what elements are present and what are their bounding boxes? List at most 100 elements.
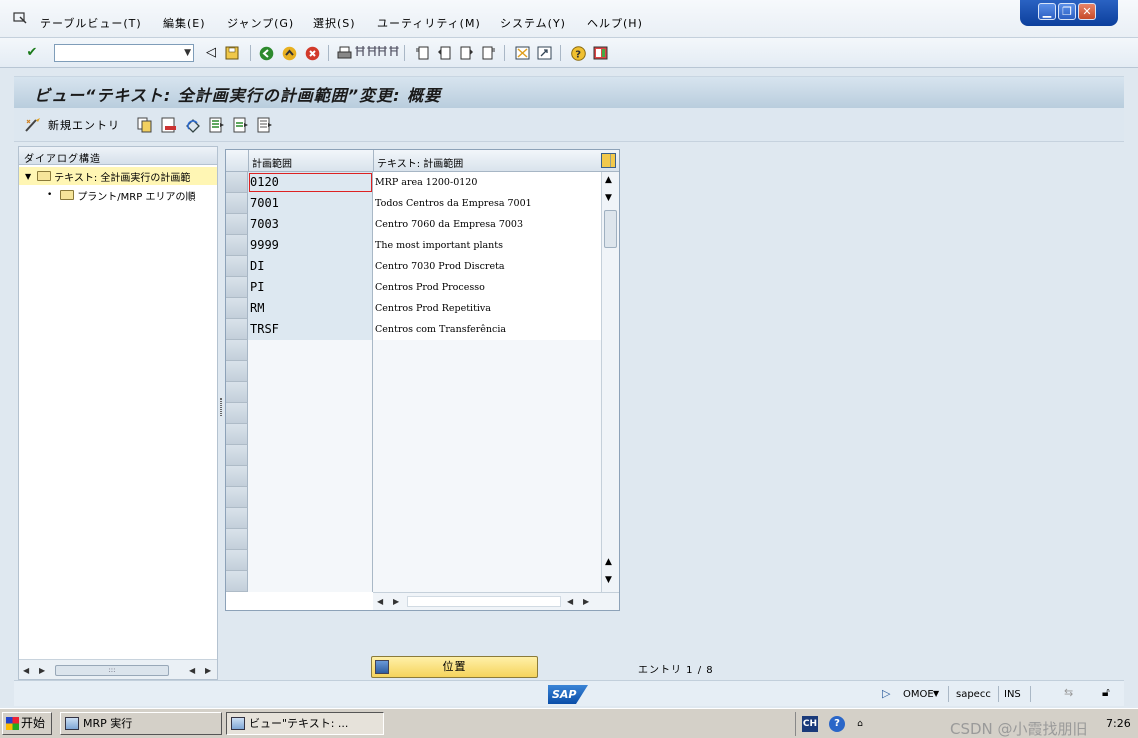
task-mrp[interactable]: MRP 実行 <box>60 712 222 735</box>
text-cell[interactable]: Centros Prod Processo <box>373 277 601 298</box>
empty-cell[interactable] <box>373 529 601 550</box>
empty-cell[interactable] <box>248 340 373 361</box>
menu-selection[interactable]: 選択(S) <box>313 15 356 31</box>
last-page-icon[interactable] <box>480 45 496 61</box>
close-button[interactable]: ✕ <box>1078 3 1096 20</box>
column-header-planning-scope[interactable]: 計画範囲 <box>248 150 373 172</box>
empty-cell[interactable] <box>373 361 601 382</box>
text-cell[interactable]: The most important plants <box>373 235 601 256</box>
row-selector[interactable] <box>226 319 248 340</box>
row-selector[interactable] <box>226 340 248 361</box>
scroll-up-icon[interactable]: ▲ <box>605 175 612 185</box>
empty-cell[interactable] <box>248 424 373 445</box>
scroll-left-icon[interactable]: ◀ <box>567 597 573 606</box>
back-triangle-icon[interactable]: ◁ <box>203 45 219 61</box>
menu-system[interactable]: システム(Y) <box>500 15 566 31</box>
menu-goto[interactable]: ジャンプ(G) <box>227 15 294 31</box>
select-block-icon[interactable] <box>233 117 249 133</box>
column-header-text[interactable]: テキスト: 計画範囲 <box>373 150 601 172</box>
row-selector[interactable] <box>226 403 248 424</box>
empty-cell[interactable] <box>373 466 601 487</box>
previous-page-icon[interactable] <box>436 45 452 61</box>
row-selector[interactable] <box>226 298 248 319</box>
planning-scope-cell[interactable]: RM <box>248 298 373 319</box>
text-cell[interactable]: MRP area 1200-0120 <box>373 172 601 193</box>
planning-scope-cell[interactable]: 0120 <box>248 172 373 193</box>
empty-cell[interactable] <box>373 340 601 361</box>
enter-icon[interactable]: ✔ <box>24 45 40 61</box>
scroll-thumb[interactable] <box>604 210 617 248</box>
scroll-right-icon[interactable]: ▶ <box>205 666 211 675</box>
table-vertical-scrollbar[interactable]: ▲ ▼ ▲ ▼ <box>601 172 619 592</box>
command-field[interactable]: ▼ <box>54 44 194 62</box>
tree-node-plant-mrp-area[interactable]: • プラント/MRP エリアの順 <box>19 186 217 204</box>
ime-options-icon[interactable]: ⌂ <box>852 716 868 732</box>
row-selector[interactable] <box>226 214 248 235</box>
splitter-handle[interactable] <box>220 398 222 416</box>
tree-node-texts[interactable]: ▼ テキスト: 全計画実行の計画範 <box>19 167 217 185</box>
help-icon[interactable]: ? <box>829 716 845 732</box>
text-cell[interactable]: Centros com Transferência <box>373 319 601 340</box>
empty-cell[interactable] <box>248 361 373 382</box>
row-selector[interactable] <box>226 445 248 466</box>
copy-as-icon[interactable] <box>137 117 153 133</box>
planning-scope-cell[interactable]: 7001 <box>248 193 373 214</box>
first-page-icon[interactable] <box>414 45 430 61</box>
select-all-icon[interactable] <box>209 117 225 133</box>
row-selector[interactable] <box>226 235 248 256</box>
table-settings-icon[interactable] <box>601 153 616 168</box>
chevron-down-icon[interactable]: ▼ <box>933 689 939 698</box>
new-entries-button[interactable]: 新規エントリ <box>24 117 120 133</box>
save-icon[interactable] <box>224 45 240 61</box>
menu-edit[interactable]: 編集(E) <box>163 15 206 31</box>
scroll-right-icon[interactable]: ▶ <box>39 666 45 675</box>
planning-scope-cell[interactable]: DI <box>248 256 373 277</box>
text-cell[interactable]: Centro 7060 da Empresa 7003 <box>373 214 601 235</box>
table-horizontal-scrollbar[interactable]: ◀ ▶ ◀ ▶ <box>373 592 619 610</box>
help-icon[interactable]: ? <box>570 45 586 61</box>
text-cell[interactable]: Todos Centros da Empresa 7001 <box>373 193 601 214</box>
empty-cell[interactable] <box>248 382 373 403</box>
tree-horizontal-scrollbar[interactable]: ◀ ▶ ::: ◀ ▶ <box>19 659 217 679</box>
scroll-up-icon[interactable]: ▲ <box>605 557 612 567</box>
scroll-track[interactable] <box>407 596 561 607</box>
row-selector[interactable] <box>226 277 248 298</box>
task-view-text[interactable]: ビュー"テキスト: ... <box>226 712 384 735</box>
empty-cell[interactable] <box>248 487 373 508</box>
language-indicator[interactable]: CH <box>802 716 818 732</box>
back-icon[interactable] <box>258 45 274 61</box>
row-selector[interactable] <box>226 529 248 550</box>
menu-table-view[interactable]: テーブルビュー(T) <box>40 15 142 31</box>
empty-cell[interactable] <box>248 466 373 487</box>
planning-scope-cell[interactable]: PI <box>248 277 373 298</box>
empty-cell[interactable] <box>373 508 601 529</box>
scroll-right-icon[interactable]: ▶ <box>583 597 589 606</box>
scroll-down-icon[interactable]: ▼ <box>605 575 612 585</box>
create-session-icon[interactable] <box>514 45 530 61</box>
empty-cell[interactable] <box>248 508 373 529</box>
row-selector[interactable] <box>226 382 248 403</box>
text-cell[interactable]: Centro 7030 Prod Discreta <box>373 256 601 277</box>
row-selector[interactable] <box>226 550 248 571</box>
row-selector[interactable] <box>226 424 248 445</box>
row-selector[interactable] <box>226 508 248 529</box>
row-selector[interactable] <box>226 256 248 277</box>
restore-button[interactable]: ❐ <box>1058 3 1076 20</box>
chevron-down-icon[interactable]: ▼ <box>184 48 191 58</box>
scroll-left-icon[interactable]: ◀ <box>377 597 383 606</box>
cancel-icon[interactable] <box>304 45 320 61</box>
expand-triangle-icon[interactable]: ▼ <box>25 172 31 181</box>
menu-help[interactable]: ヘルプ(H) <box>587 15 643 31</box>
row-selector[interactable] <box>226 361 248 382</box>
menu-icon[interactable] <box>13 12 27 24</box>
empty-cell[interactable] <box>248 445 373 466</box>
empty-cell[interactable] <box>373 424 601 445</box>
delete-icon[interactable] <box>161 117 177 133</box>
empty-cell[interactable] <box>248 403 373 424</box>
empty-cell[interactable] <box>248 550 373 571</box>
status-expand-icon[interactable]: ▷ <box>882 687 890 700</box>
row-selector[interactable] <box>226 466 248 487</box>
scroll-left-icon[interactable]: ◀ <box>23 666 29 675</box>
scroll-down-icon[interactable]: ▼ <box>605 193 612 203</box>
find-next-icon[interactable]: ĦĦ <box>376 45 400 61</box>
